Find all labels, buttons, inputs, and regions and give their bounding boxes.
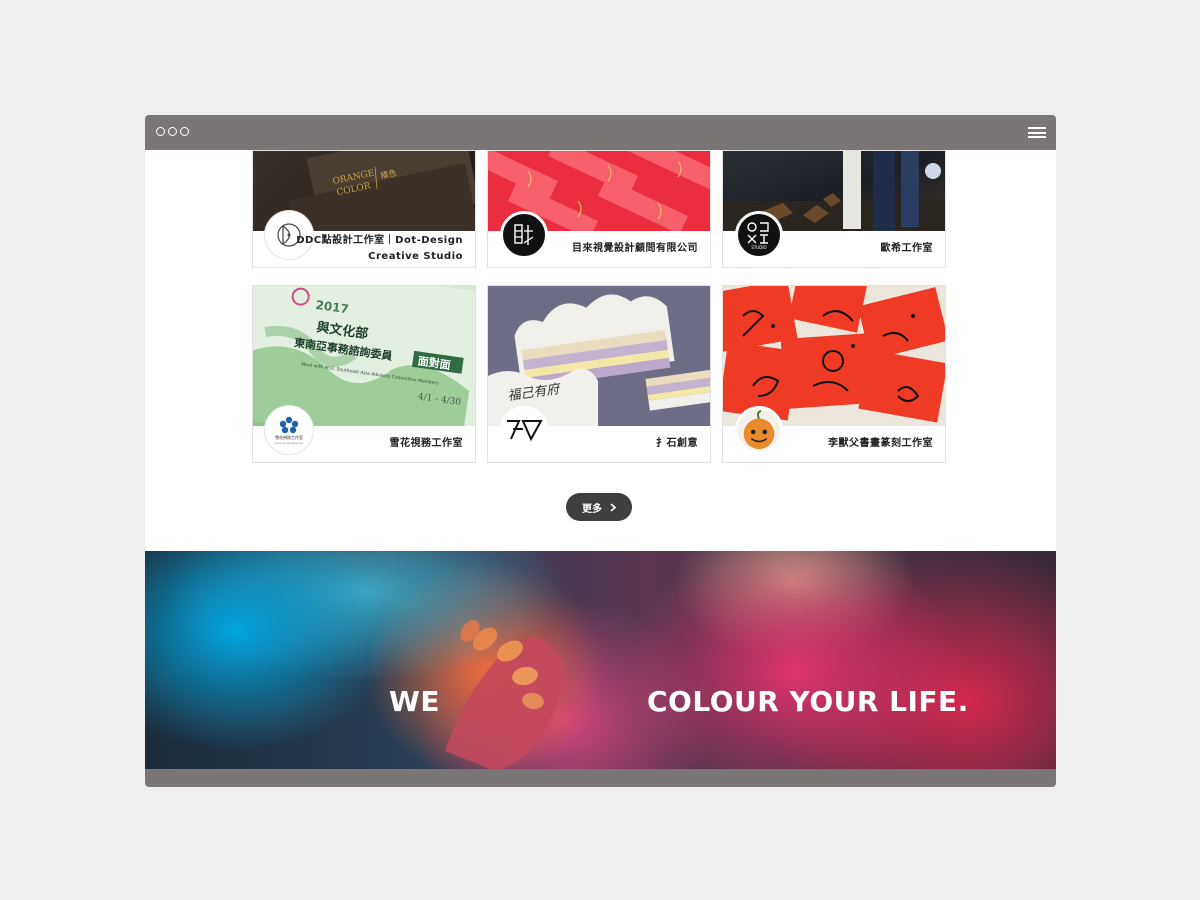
studio-card-stone[interactable]: 福己有府 扌石創意 (487, 285, 711, 463)
window-dot-icon[interactable] (156, 127, 165, 136)
card-image: 福己有府 (488, 286, 710, 426)
window-controls (156, 127, 189, 136)
studio-card-lishou[interactable]: 李獸父書畫篆刻工作室 (722, 285, 946, 463)
browser-window: ORANGE COLOR 橘色 DDC點設計工作室｜Dot-Design Cre… (145, 115, 1056, 787)
card-image: 2017 與文化部 東南亞事務諮詢委員 面對面 Meet with MOC So… (253, 286, 475, 426)
more-button[interactable]: 更多 (566, 493, 632, 521)
studio-name: 扌石創意 (656, 438, 698, 449)
studio-card-ohi[interactable]: STUDIO 歐希工作室 (722, 150, 946, 268)
studio-card-mulai[interactable]: 目來視覺設計顧問有限公司 (487, 150, 711, 268)
ohi-logo-avatar: STUDIO (735, 211, 783, 259)
mulai-logo-avatar (500, 211, 548, 259)
poster-photo: 2017 與文化部 東南亞事務諮詢委員 面對面 Meet with MOC So… (253, 286, 475, 426)
window-footer-bar (145, 769, 1056, 787)
window-dot-icon[interactable] (180, 127, 189, 136)
studio-name: 李獸父書畫篆刻工作室 (828, 438, 933, 449)
more-button-label: 更多 (582, 503, 602, 515)
stone-logo-avatar (500, 406, 548, 454)
banner-text-right: COLOUR YOUR LIFE. (647, 685, 969, 718)
chevron-right-icon (610, 502, 616, 512)
studio-name: DDC點設計工作室｜Dot-Design Creative Studio (296, 235, 463, 262)
studio-name: 目來視覺設計顧問有限公司 (572, 243, 698, 254)
lishou-logo-avatar (735, 406, 783, 454)
banner-text-left: WE (389, 685, 441, 718)
hero-banner: WE COLOUR YOUR LIFE. (145, 551, 1056, 769)
window-titlebar (145, 115, 1056, 150)
snow-logo-avatar: 雪花視務工作室 snow-visual-design.tw (265, 406, 313, 454)
studio-card-snow[interactable]: 2017 與文化部 東南亞事務諮詢委員 面對面 Meet with MOC So… (252, 285, 476, 463)
studio-name: 歐希工作室 (880, 243, 933, 254)
calligraphy-cards-photo (723, 286, 945, 426)
card-image (723, 286, 945, 426)
cake-box-photo: 福己有府 (488, 286, 710, 426)
logo-sub: snow-visual-design.tw (275, 441, 305, 445)
studio-text: STUDIO (751, 245, 766, 250)
window-dot-icon[interactable] (168, 127, 177, 136)
menu-icon[interactable] (1028, 127, 1046, 138)
logo-text: 雪花視務工作室 (275, 434, 303, 440)
studio-name: 雪花視務工作室 (389, 438, 463, 449)
studio-card-ddc[interactable]: ORANGE COLOR 橘色 DDC點設計工作室｜Dot-Design Cre… (252, 150, 476, 268)
colored-hands-photo (445, 620, 563, 769)
